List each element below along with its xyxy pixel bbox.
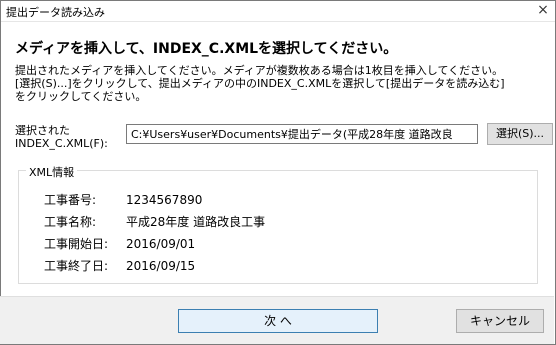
info-value: 平成28年度 道路改良工事 xyxy=(126,215,266,229)
instruction-line: [選択(S)...]をクリックして、提出メディアの中のINDEX_C.XMLを選… xyxy=(15,77,505,90)
info-key: 工事名称: xyxy=(44,215,97,229)
index-xml-path-field[interactable]: C:¥Users¥user¥Documents¥提出データ(平成28年度 道路改… xyxy=(126,124,478,144)
info-key: 工事開始日: xyxy=(44,237,109,251)
field-label-line: 選択された xyxy=(15,124,70,137)
info-row-end-date: 工事終了日: 2016/09/15 xyxy=(44,257,195,274)
info-row-start-date: 工事開始日: 2016/09/01 xyxy=(44,235,195,252)
index-xml-label: 選択された INDEX_C.XML(F): xyxy=(15,124,108,150)
info-row-construction-name: 工事名称: 平成28年度 道路改良工事 xyxy=(44,213,265,230)
xml-info-title: XML情報 xyxy=(26,164,78,180)
instruction-line: をクリックしてください。 xyxy=(15,90,147,103)
instruction-line: 提出されたメディアを挿入してください。メディアが複数枚ある場合は1枚目を挿入して… xyxy=(15,64,504,77)
cancel-button[interactable]: キャンセル xyxy=(456,309,544,333)
select-file-button[interactable]: 選択(S)... xyxy=(487,123,553,145)
info-value: 2016/09/01 xyxy=(126,237,196,251)
title-bar: 提出データ読み込み × xyxy=(1,1,555,22)
info-row-construction-number: 工事番号: 1234567890 xyxy=(44,191,202,208)
info-key: 工事終了日: xyxy=(44,259,109,273)
instruction-heading: メディアを挿入して、INDEX_C.XMLを選択してください。 xyxy=(15,41,398,57)
info-value: 2016/09/15 xyxy=(126,259,196,273)
info-key: 工事番号: xyxy=(44,193,97,207)
instruction-text: 提出されたメディアを挿入してください。メディアが複数枚ある場合は1枚目を挿入して… xyxy=(15,64,505,103)
window-title: 提出データ読み込み xyxy=(6,6,105,19)
close-icon[interactable]: × xyxy=(535,2,551,18)
next-button[interactable]: 次 へ xyxy=(178,309,378,333)
field-label-line: INDEX_C.XML(F): xyxy=(15,137,108,150)
info-value: 1234567890 xyxy=(126,193,203,207)
